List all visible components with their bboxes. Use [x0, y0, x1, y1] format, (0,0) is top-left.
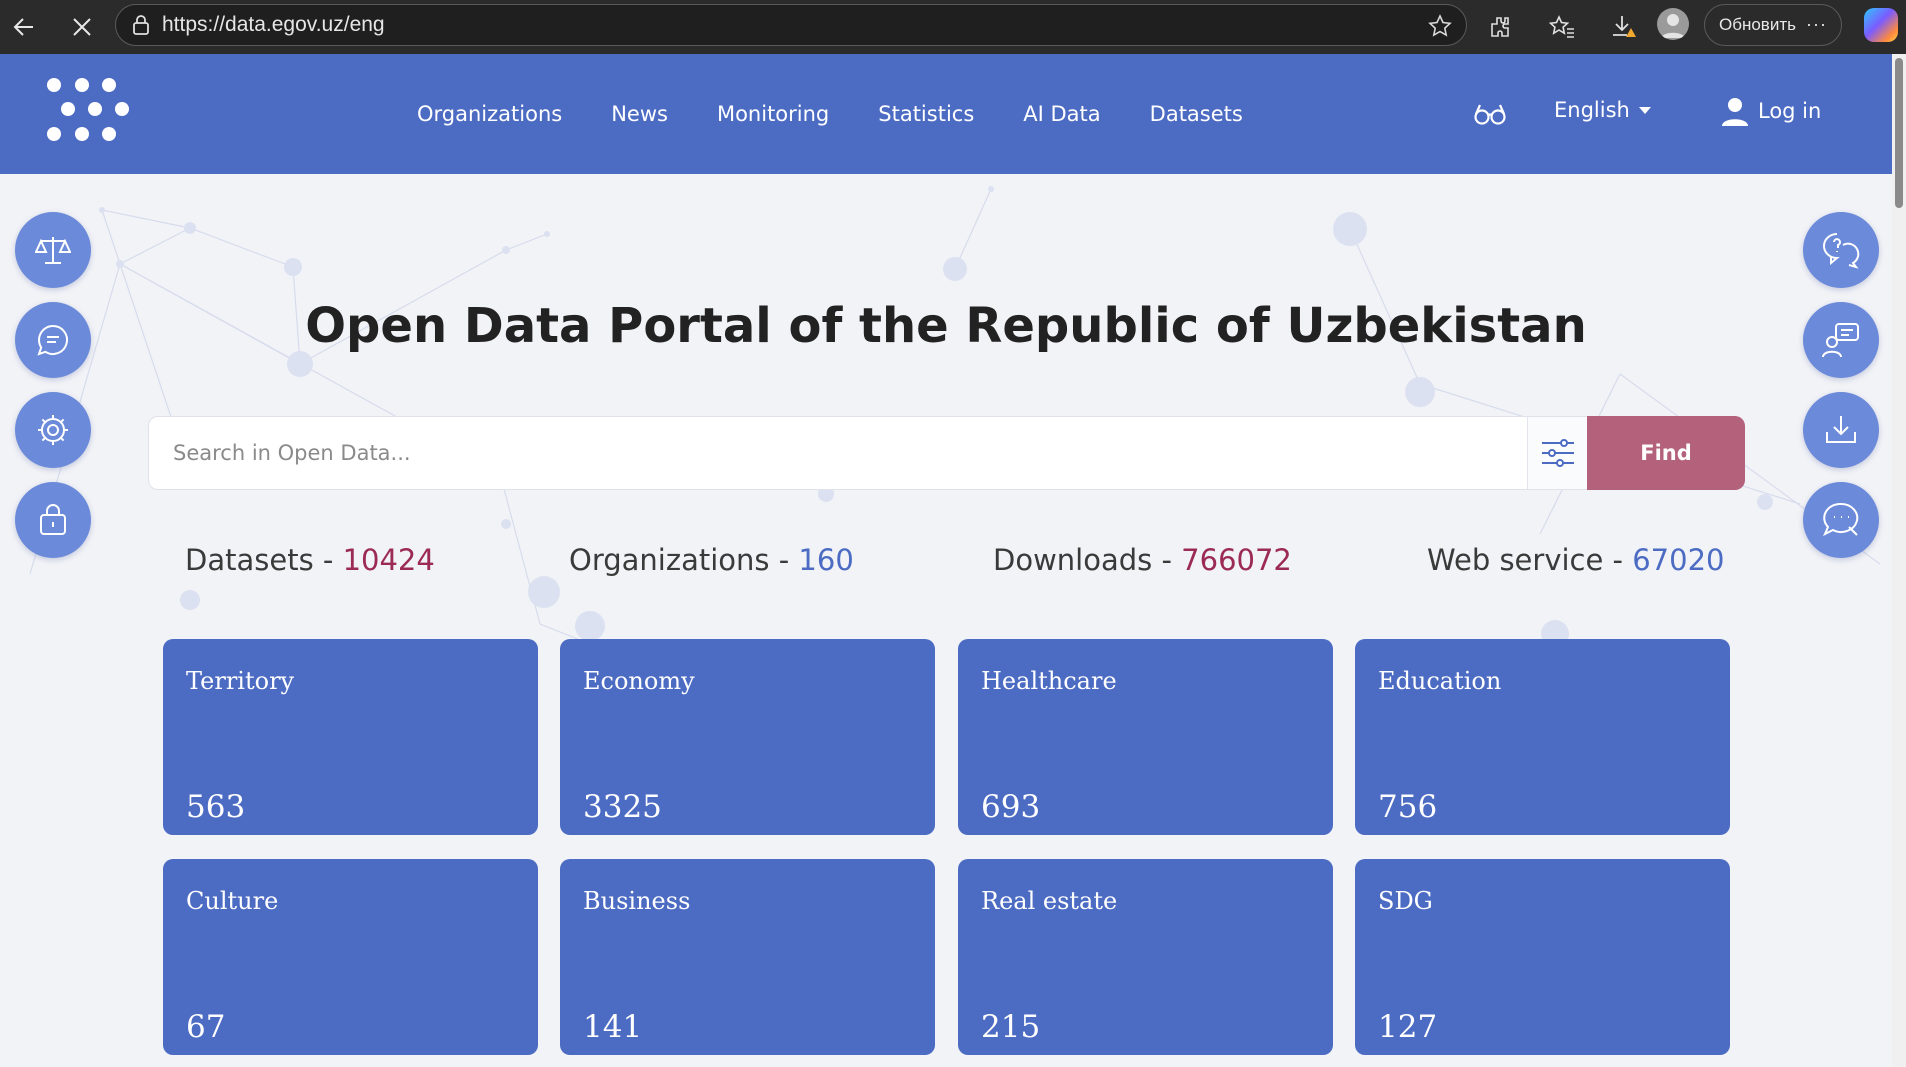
category-name: Economy	[583, 667, 695, 695]
category-card-economy[interactable]: Economy 3325	[560, 639, 935, 835]
page-title: Open Data Portal of the Republic of Uzbe…	[305, 298, 1587, 354]
stat-label: Web service -	[1427, 543, 1633, 577]
stat-datasets[interactable]: Datasets - 10424	[185, 543, 435, 577]
login-button[interactable]: Log in	[1720, 96, 1821, 126]
category-count: 563	[186, 789, 246, 825]
find-button[interactable]: Find	[1587, 416, 1745, 490]
copilot-icon[interactable]	[1864, 8, 1898, 42]
help-chat-icon	[1823, 233, 1860, 269]
page-scrollbar[interactable]	[1892, 54, 1906, 1067]
category-count: 215	[981, 1009, 1041, 1045]
category-count: 756	[1378, 789, 1438, 825]
nav-statistics[interactable]: Statistics	[878, 102, 974, 126]
stat-web-service[interactable]: Web service - 67020	[1427, 543, 1725, 577]
category-card-sdg[interactable]: SDG 127	[1355, 859, 1730, 1055]
category-count: 693	[981, 789, 1041, 825]
category-name: Business	[583, 887, 691, 915]
category-card-culture[interactable]: Culture 67	[163, 859, 538, 1055]
close-icon	[73, 18, 91, 36]
privacy-button[interactable]	[15, 482, 91, 558]
stat-value: 10424	[342, 543, 435, 577]
category-card-healthcare[interactable]: Healthcare 693	[958, 639, 1333, 835]
category-card-education[interactable]: Education 756	[1355, 639, 1730, 835]
nav-organizations[interactable]: Organizations	[417, 102, 562, 126]
language-selector[interactable]: English	[1554, 98, 1651, 122]
category-count: 67	[186, 1009, 226, 1045]
back-arrow-icon	[13, 18, 33, 36]
category-card-territory[interactable]: Territory 563	[163, 639, 538, 835]
download-icon	[1826, 416, 1856, 443]
user-icon	[1722, 98, 1748, 126]
accessibility-glasses-icon[interactable]	[1473, 102, 1507, 130]
favorites-icon[interactable]	[1542, 7, 1582, 47]
update-browser-button[interactable]: Обновить ···	[1704, 4, 1842, 46]
sliders-icon	[1541, 439, 1574, 467]
profile-avatar[interactable]	[1657, 8, 1689, 40]
language-label: English	[1554, 98, 1630, 122]
main-navigation: Organizations News Monitoring Statistics…	[417, 54, 1292, 174]
downloads-icon[interactable]	[1604, 7, 1644, 47]
nav-datasets[interactable]: Datasets	[1150, 102, 1243, 126]
nav-news[interactable]: News	[611, 102, 668, 126]
search-filter-button[interactable]	[1527, 417, 1587, 489]
category-name: Territory	[186, 667, 295, 695]
category-count: 127	[1378, 1009, 1438, 1045]
back-button[interactable]	[4, 7, 44, 47]
category-name: Education	[1378, 667, 1502, 695]
settings-button[interactable]	[15, 392, 91, 468]
category-name: Real estate	[981, 887, 1118, 915]
legal-button[interactable]	[15, 212, 91, 288]
category-name: SDG	[1378, 887, 1433, 915]
gear-icon	[38, 415, 68, 445]
nav-ai-data[interactable]: AI Data	[1023, 102, 1100, 126]
caret-down-icon	[1638, 106, 1651, 114]
stat-value: 766072	[1181, 543, 1292, 577]
update-label: Обновить	[1719, 15, 1796, 34]
stop-loading-button[interactable]	[62, 7, 102, 47]
category-count: 141	[583, 1009, 643, 1045]
scrollbar-thumb[interactable]	[1895, 58, 1903, 208]
more-menu-icon[interactable]: ···	[1806, 14, 1827, 35]
category-name: Healthcare	[981, 667, 1117, 695]
category-card-real-estate[interactable]: Real estate 215	[958, 859, 1333, 1055]
url-text[interactable]: https://data.egov.uz/eng	[162, 13, 385, 37]
nav-monitoring[interactable]: Monitoring	[717, 102, 829, 126]
favorite-star-icon[interactable]	[1428, 14, 1452, 42]
user-avatar-icon	[1661, 14, 1685, 38]
category-card-business[interactable]: Business 141	[560, 859, 935, 1055]
stat-label: Datasets -	[185, 543, 343, 577]
lock-bag-icon	[40, 504, 66, 535]
lock-icon	[132, 15, 150, 35]
help-button[interactable]	[1803, 212, 1879, 288]
support-chat-icon	[1823, 502, 1859, 537]
address-bar[interactable]: https://data.egov.uz/eng	[115, 4, 1467, 46]
search-input[interactable]	[149, 417, 1527, 489]
stat-label: Downloads -	[993, 543, 1182, 577]
stat-value: 160	[798, 543, 854, 577]
download-button[interactable]	[1803, 392, 1879, 468]
extensions-icon[interactable]	[1480, 7, 1520, 47]
stat-value: 67020	[1632, 543, 1725, 577]
site-header: Organizations News Monitoring Statistics…	[0, 54, 1892, 174]
stat-downloads[interactable]: Downloads - 766072	[993, 543, 1292, 577]
login-label: Log in	[1758, 99, 1822, 123]
category-name: Culture	[186, 887, 279, 915]
category-count: 3325	[583, 789, 662, 825]
support-button[interactable]	[1803, 482, 1879, 558]
search-bar: Find	[148, 416, 1745, 490]
stat-organizations[interactable]: Organizations - 160	[569, 543, 854, 577]
scales-icon	[35, 237, 71, 264]
portal-logo[interactable]	[44, 78, 134, 158]
stat-label: Organizations -	[569, 543, 799, 577]
